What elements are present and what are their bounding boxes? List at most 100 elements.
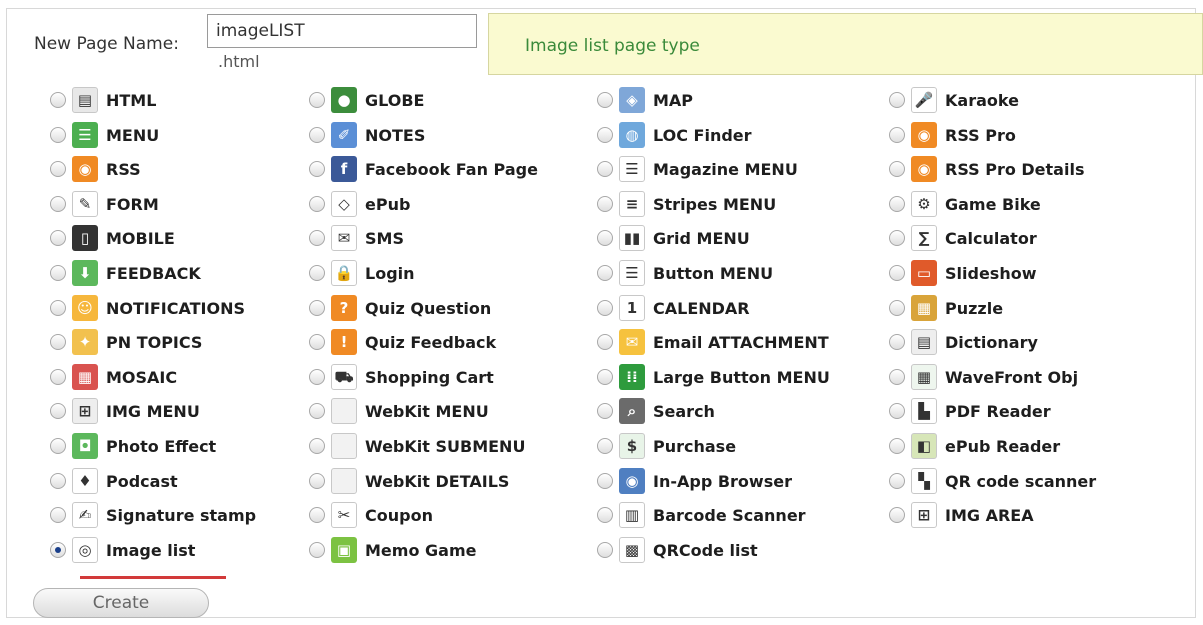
radio-button[interactable] (50, 369, 66, 385)
radio-button[interactable] (50, 127, 66, 143)
page-type-option[interactable]: ∑ Calculator (889, 222, 1037, 254)
radio-button[interactable] (309, 127, 325, 143)
radio-button[interactable] (597, 92, 613, 108)
page-type-option[interactable]: ☰ Button MENU (597, 257, 773, 289)
radio-button[interactable] (889, 196, 905, 212)
radio-button[interactable] (50, 438, 66, 454)
radio-button[interactable] (309, 507, 325, 523)
page-type-option[interactable]: ◇ ePub (309, 188, 410, 220)
radio-button[interactable] (50, 507, 66, 523)
radio-button[interactable] (309, 265, 325, 281)
radio-button[interactable] (597, 265, 613, 281)
page-type-option[interactable]: ♦ Podcast (50, 465, 178, 497)
page-type-option[interactable]: ✦ PN TOPICS (50, 326, 202, 358)
create-button[interactable]: Create (33, 588, 209, 618)
radio-button[interactable] (50, 265, 66, 281)
page-type-option[interactable]: ▮▮ Grid MENU (597, 222, 750, 254)
page-type-option[interactable]: ? Quiz Question (309, 292, 491, 324)
page-type-option[interactable]: WebKit SUBMENU (309, 430, 525, 462)
radio-button[interactable] (597, 369, 613, 385)
radio-button[interactable] (889, 265, 905, 281)
page-type-option[interactable]: ◉ In-App Browser (597, 465, 792, 497)
page-type-option[interactable]: ▣ Memo Game (309, 534, 476, 566)
radio-button[interactable] (597, 230, 613, 246)
radio-button[interactable] (597, 334, 613, 350)
page-type-option[interactable]: ◍ LOC Finder (597, 119, 752, 151)
radio-button[interactable] (309, 196, 325, 212)
page-type-option[interactable]: ▯ MOBILE (50, 222, 175, 254)
radio-button[interactable] (309, 542, 325, 558)
page-type-option[interactable]: ▚ QR code scanner (889, 465, 1096, 497)
radio-button[interactable] (309, 403, 325, 419)
page-type-option[interactable]: ● GLOBE (309, 84, 424, 116)
page-type-option[interactable]: 🎤 Karaoke (889, 84, 1019, 116)
page-type-option[interactable]: ✍ Signature stamp (50, 499, 256, 531)
page-type-option[interactable]: ≡ Stripes MENU (597, 188, 776, 220)
page-type-option[interactable]: WebKit MENU (309, 395, 489, 427)
radio-button[interactable] (309, 92, 325, 108)
radio-button[interactable] (597, 542, 613, 558)
page-type-option[interactable]: 1 CALENDAR (597, 292, 750, 324)
radio-button[interactable] (597, 473, 613, 489)
radio-button[interactable] (597, 161, 613, 177)
radio-button[interactable] (50, 92, 66, 108)
page-type-option[interactable]: ▤ HTML (50, 84, 156, 116)
page-type-option[interactable]: ⁞⁞ Large Button MENU (597, 361, 830, 393)
page-type-option[interactable]: ▦ MOSAIC (50, 361, 177, 393)
radio-button[interactable] (889, 438, 905, 454)
page-type-option[interactable]: $ Purchase (597, 430, 736, 462)
radio-button[interactable] (50, 230, 66, 246)
page-type-option[interactable]: ✂ Coupon (309, 499, 433, 531)
page-type-option[interactable]: ✉ Email ATTACHMENT (597, 326, 829, 358)
radio-button[interactable] (597, 196, 613, 212)
radio-button[interactable] (50, 542, 66, 558)
radio-button[interactable] (50, 473, 66, 489)
radio-button[interactable] (309, 161, 325, 177)
page-type-option[interactable]: ⊞ IMG MENU (50, 395, 200, 427)
page-type-option[interactable]: ◎ Image list (50, 534, 195, 566)
radio-button[interactable] (309, 438, 325, 454)
radio-button[interactable] (889, 334, 905, 350)
radio-button[interactable] (50, 300, 66, 316)
page-type-option[interactable]: ⛟ Shopping Cart (309, 361, 494, 393)
radio-button[interactable] (50, 196, 66, 212)
page-type-option[interactable]: ◉ RSS Pro Details (889, 153, 1084, 185)
radio-button[interactable] (889, 161, 905, 177)
radio-button[interactable] (889, 230, 905, 246)
page-type-option[interactable]: ! Quiz Feedback (309, 326, 496, 358)
page-type-option[interactable]: ▩ QRCode list (597, 534, 758, 566)
page-name-input[interactable] (207, 14, 477, 48)
radio-button[interactable] (597, 403, 613, 419)
page-type-option[interactable]: ◉ RSS Pro (889, 119, 1016, 151)
radio-button[interactable] (50, 334, 66, 350)
radio-button[interactable] (50, 403, 66, 419)
page-type-option[interactable]: 🔒 Login (309, 257, 415, 289)
page-type-option[interactable]: ✉ SMS (309, 222, 404, 254)
page-type-option[interactable]: ✐ NOTES (309, 119, 425, 151)
page-type-option[interactable]: f Facebook Fan Page (309, 153, 538, 185)
radio-button[interactable] (889, 92, 905, 108)
page-type-option[interactable]: ▦ Puzzle (889, 292, 1003, 324)
radio-button[interactable] (889, 369, 905, 385)
page-type-option[interactable]: ☰ MENU (50, 119, 159, 151)
radio-button[interactable] (889, 473, 905, 489)
radio-button[interactable] (889, 403, 905, 419)
radio-button[interactable] (889, 127, 905, 143)
radio-button[interactable] (309, 230, 325, 246)
radio-button[interactable] (597, 127, 613, 143)
page-type-option[interactable]: ⌕ Search (597, 395, 715, 427)
page-type-option[interactable]: ◘ Photo Effect (50, 430, 216, 462)
radio-button[interactable] (309, 334, 325, 350)
radio-button[interactable] (309, 300, 325, 316)
page-type-option[interactable]: ⚙ Game Bike (889, 188, 1041, 220)
radio-button[interactable] (50, 161, 66, 177)
page-type-option[interactable]: ✎ FORM (50, 188, 159, 220)
radio-button[interactable] (309, 473, 325, 489)
radio-button[interactable] (309, 369, 325, 385)
radio-button[interactable] (889, 507, 905, 523)
page-type-option[interactable]: ◉ RSS (50, 153, 141, 185)
page-type-option[interactable]: ◈ MAP (597, 84, 693, 116)
page-type-option[interactable]: ⊞ IMG AREA (889, 499, 1034, 531)
page-type-option[interactable]: ▭ Slideshow (889, 257, 1036, 289)
page-type-option[interactable]: ▙ PDF Reader (889, 395, 1051, 427)
